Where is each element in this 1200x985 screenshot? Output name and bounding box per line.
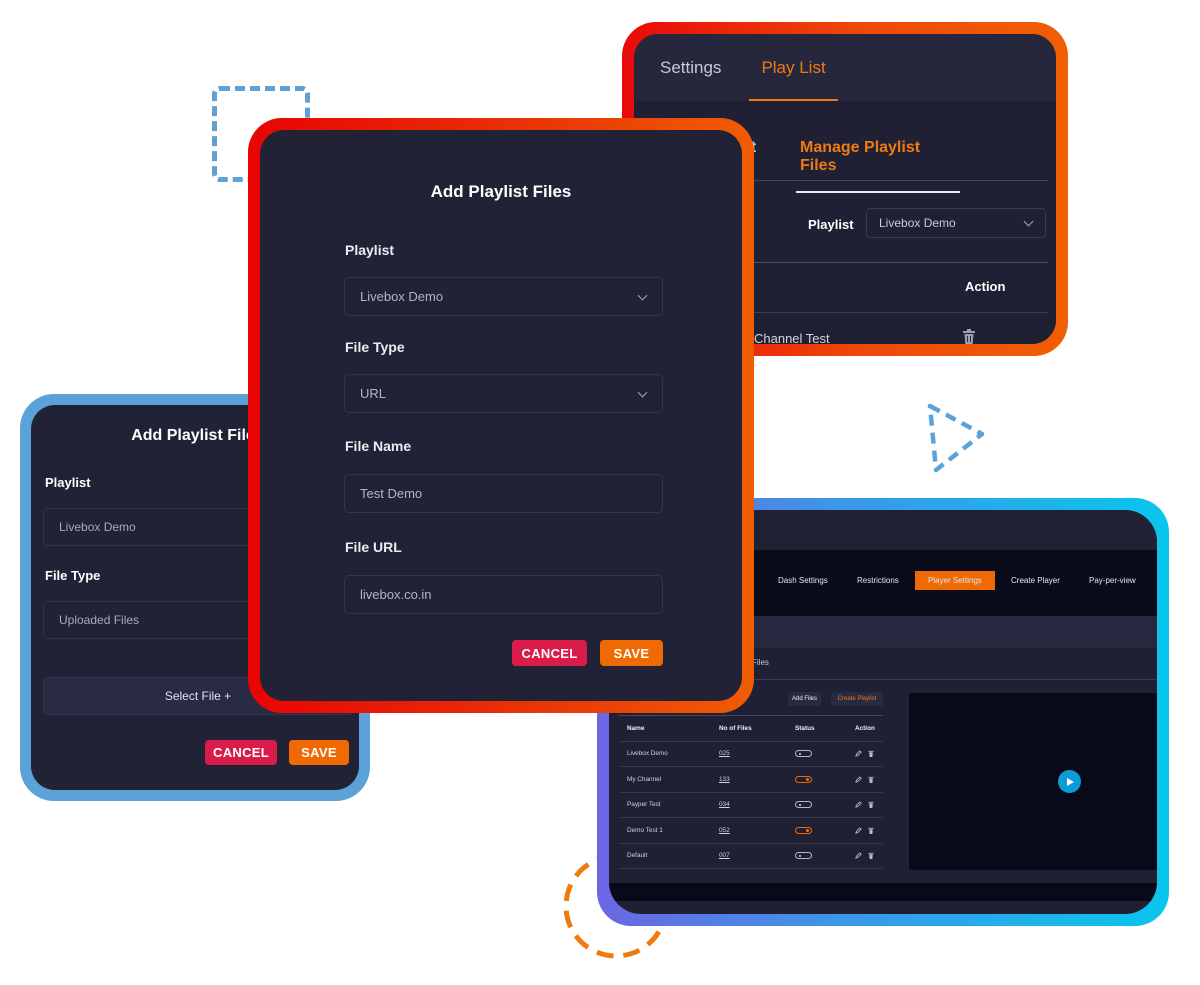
table-row: Demo Test 1 052 (619, 818, 883, 844)
breadcrumb: Files (752, 658, 769, 667)
row-name: Demo Test 1 (627, 826, 663, 834)
add-files-button[interactable]: Add Files (788, 692, 821, 706)
row-name: Default (627, 852, 648, 860)
trash-icon[interactable] (868, 827, 874, 834)
nav-pay-per-view[interactable]: Pay-per-view (1081, 571, 1144, 590)
file-url-value: livebox.co.in (360, 587, 432, 602)
playlist-label: Playlist (808, 217, 854, 232)
trash-icon[interactable] (868, 801, 874, 809)
table-row: Payper Test 034 (619, 793, 883, 818)
playlist-label: Playlist (45, 475, 91, 490)
table-row: Livebox Demo 025 (619, 742, 883, 767)
playlist-select-value: Livebox Demo (879, 216, 956, 230)
save-button[interactable]: SAVE (289, 740, 349, 765)
playlist-select-value: Livebox Demo (59, 520, 136, 534)
status-toggle[interactable] (795, 852, 812, 860)
column-header-status: Status (795, 724, 815, 732)
status-toggle[interactable] (795, 826, 812, 834)
status-toggle[interactable] (795, 801, 812, 809)
file-row-name: Channel Test (754, 331, 830, 344)
table-row: Default 007 (619, 844, 883, 869)
nav-create-player[interactable]: Create Player (1003, 571, 1068, 590)
file-name-value: Test Demo (360, 486, 423, 501)
trash-icon[interactable] (868, 776, 874, 783)
save-button[interactable]: SAVE (600, 640, 663, 666)
create-playlist-button[interactable]: Create Playlist (831, 692, 883, 706)
status-toggle[interactable] (795, 775, 812, 783)
trash-icon[interactable] (868, 750, 874, 758)
subtab-manage-playlist-files[interactable]: Manage Playlist Files (796, 139, 960, 193)
file-url-input[interactable]: livebox.co.in (344, 575, 663, 614)
video-player[interactable] (909, 693, 1157, 870)
dialog-title: Add Playlist Files (430, 182, 572, 201)
row-file-count-link[interactable]: 034 (719, 801, 795, 808)
row-name: Payper Test (627, 801, 661, 809)
footer-bar (609, 883, 1157, 901)
row-name: My Channel (627, 775, 662, 783)
playlist-label: Playlist (345, 242, 395, 258)
column-header-name: Name (627, 724, 645, 732)
play-icon[interactable] (1058, 770, 1081, 793)
table-header-row: Name No of Files Status Action (619, 716, 883, 742)
cancel-button[interactable]: CANCEL (205, 740, 277, 765)
column-header-files: No of Files (719, 724, 752, 732)
row-file-count-link[interactable]: 025 (719, 750, 795, 757)
file-type-select-value: Uploaded Files (59, 613, 140, 627)
file-name-input[interactable]: Test Demo (344, 474, 663, 513)
nav-dash-settings[interactable]: Dash Settings (770, 571, 836, 590)
playlist-table: Name No of Files Status Action Livebox D… (619, 715, 883, 869)
trash-icon[interactable] (868, 852, 874, 860)
file-url-label: File URL (345, 539, 402, 555)
status-toggle[interactable] (795, 750, 812, 758)
cancel-button[interactable]: CANCEL (512, 640, 587, 666)
column-header-action: Action (965, 279, 1006, 294)
row-file-count-link[interactable]: 133 (719, 776, 795, 783)
column-header-action: Action (855, 724, 875, 732)
row-name: Livebox Demo (627, 750, 668, 758)
tab-play-list[interactable]: Play List (749, 34, 838, 101)
table-row: My Channel 133 (619, 767, 883, 793)
row-file-count-link[interactable]: 052 (719, 827, 795, 834)
edit-icon[interactable] (855, 827, 862, 834)
chevron-down-icon (637, 292, 647, 302)
dashed-triangle-decoration (927, 403, 985, 473)
nav-restrictions[interactable]: Restrictions (849, 571, 907, 590)
playlist-select-value: Livebox Demo (360, 289, 444, 304)
file-name-label: File Name (345, 438, 412, 454)
file-type-select[interactable]: URL (344, 374, 663, 413)
edit-icon[interactable] (855, 801, 862, 808)
add-url-file-dialog: Add Playlist Files Playlist Livebox Demo… (248, 118, 754, 713)
playlist-select[interactable]: Livebox Demo (344, 277, 663, 316)
trash-icon[interactable] (962, 329, 976, 344)
edit-icon[interactable] (855, 852, 862, 859)
file-type-label: File Type (45, 568, 101, 583)
file-type-label: File Type (345, 339, 405, 355)
nav-player-settings[interactable]: Player Settings (915, 571, 995, 590)
edit-icon[interactable] (855, 750, 862, 757)
chevron-down-icon (637, 389, 647, 399)
file-type-select-value: URL (360, 386, 387, 401)
tab-settings[interactable]: Settings (648, 34, 733, 101)
row-file-count-link[interactable]: 007 (719, 852, 795, 859)
edit-icon[interactable] (855, 776, 862, 783)
playlist-select[interactable]: Livebox Demo (866, 208, 1046, 238)
top-tabs: Settings Play List (634, 34, 1056, 101)
chevron-down-icon (1023, 218, 1033, 228)
